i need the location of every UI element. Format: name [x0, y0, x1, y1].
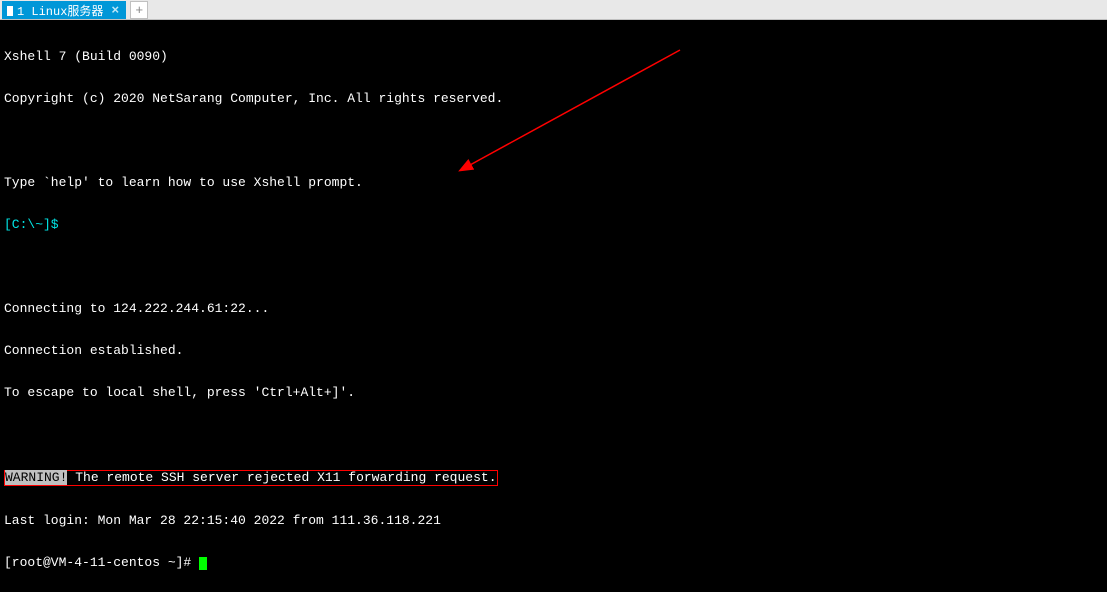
- warning-highlight-box: WARNING! The remote SSH server rejected …: [4, 470, 498, 486]
- terminal-prompt-local: [C:\~]$: [4, 218, 1103, 232]
- terminal-line: [4, 428, 1103, 442]
- terminal-warning-line: WARNING! The remote SSH server rejected …: [4, 470, 1103, 486]
- warning-label: WARNING!: [5, 470, 67, 485]
- terminal-line: Xshell 7 (Build 0090): [4, 50, 1103, 64]
- tab-session-1[interactable]: 1 Linux服务器 ×: [2, 1, 126, 19]
- prompt-text: [C:\~]$: [4, 217, 66, 232]
- add-tab-button[interactable]: +: [130, 1, 148, 19]
- terminal-pane[interactable]: Xshell 7 (Build 0090) Copyright (c) 2020…: [0, 20, 1107, 592]
- cursor-icon: [199, 557, 207, 570]
- terminal-prompt-remote: [root@VM-4-11-centos ~]#: [4, 556, 1103, 570]
- terminal-line: Connecting to 124.222.244.61:22...: [4, 302, 1103, 316]
- prompt-text: [root@VM-4-11-centos ~]#: [4, 555, 199, 570]
- plus-icon: +: [135, 3, 143, 18]
- terminal-line: [4, 134, 1103, 148]
- terminal-line: Connection established.: [4, 344, 1103, 358]
- terminal-line: To escape to local shell, press 'Ctrl+Al…: [4, 386, 1103, 400]
- tab-title: 1 Linux服务器: [17, 2, 103, 19]
- tab-indicator-icon: [7, 6, 13, 16]
- tab-bar: 1 Linux服务器 × +: [0, 0, 1107, 20]
- terminal-line: Type `help' to learn how to use Xshell p…: [4, 176, 1103, 190]
- close-icon[interactable]: ×: [107, 3, 123, 18]
- warning-message: The remote SSH server rejected X11 forwa…: [67, 470, 496, 485]
- terminal-line: Last login: Mon Mar 28 22:15:40 2022 fro…: [4, 514, 1103, 528]
- terminal-line: [4, 260, 1103, 274]
- terminal-line: Copyright (c) 2020 NetSarang Computer, I…: [4, 92, 1103, 106]
